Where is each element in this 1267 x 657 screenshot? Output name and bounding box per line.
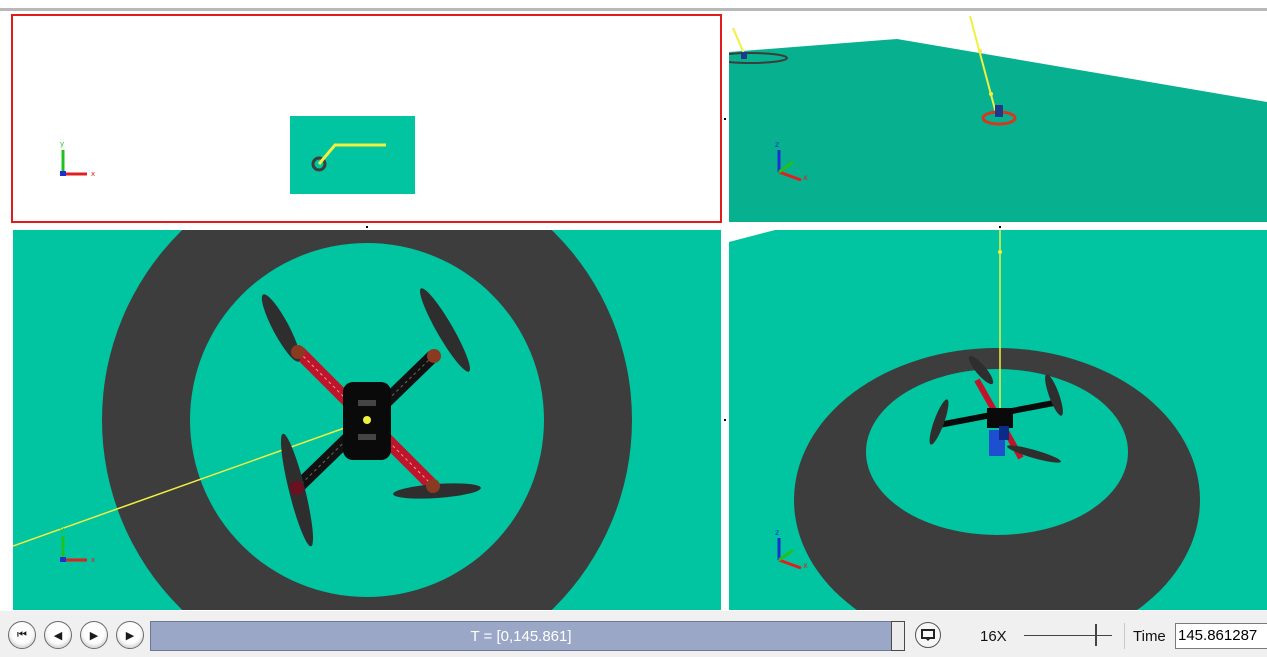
top-border xyxy=(0,8,1267,11)
rewind-icon: ⏮ xyxy=(17,628,27,641)
quad-far xyxy=(741,52,747,59)
viewport-perspective-far[interactable]: x z xyxy=(729,14,1267,222)
speed-slider-knob[interactable] xyxy=(1095,624,1097,646)
speed-slider[interactable] xyxy=(1024,635,1112,636)
axis-label-y: y xyxy=(60,526,64,534)
axis-label-z: z xyxy=(775,140,779,149)
axis-label-x: x xyxy=(91,556,95,564)
step-forward-button[interactable]: ▶ xyxy=(116,621,144,649)
time-slider-thumb[interactable] xyxy=(891,621,905,651)
step-back-icon: ◀ xyxy=(53,628,63,642)
axis-label-x: x xyxy=(91,170,95,178)
axis-label-y: y xyxy=(60,140,64,148)
playback-toolbar: ⏮ ◀ ▶ ▶ T = [0,145.861] 16X Time 145.861… xyxy=(0,611,1267,657)
top-view-scene: x y xyxy=(60,116,415,194)
axis-label-x: x xyxy=(803,173,808,182)
step-forward-icon: ▶ xyxy=(125,628,135,642)
splitter-handle[interactable] xyxy=(724,419,726,421)
time-range-text: T = [0,145.861] xyxy=(470,627,572,645)
time-label: Time xyxy=(1133,628,1166,645)
ground-plane xyxy=(729,39,1267,222)
toolbar-separator xyxy=(1124,623,1125,649)
axis-label-x: x xyxy=(803,561,808,570)
viewport-top-view[interactable]: x y xyxy=(11,14,722,223)
play-icon: ▶ xyxy=(89,628,99,642)
viewport-closeup-top[interactable]: x y xyxy=(13,230,721,610)
loop-button[interactable] xyxy=(915,622,941,648)
rewind-button[interactable]: ⏮ xyxy=(8,621,36,649)
axes-triad: x y xyxy=(60,526,95,564)
time-slider[interactable]: T = [0,145.861] xyxy=(150,621,892,651)
axis-label-z: z xyxy=(775,528,779,537)
splitter-handle[interactable] xyxy=(366,226,368,228)
quadcopter xyxy=(995,105,1003,117)
speed-label: 16X xyxy=(980,628,1007,645)
splitter-handle[interactable] xyxy=(724,118,726,120)
loop-icon xyxy=(921,629,935,641)
closeup-top-scene: x y xyxy=(13,230,632,610)
viewport-perspective-close[interactable]: x z xyxy=(729,230,1267,610)
axes-triad: x y xyxy=(60,140,95,178)
perspective-far-scene: x z xyxy=(729,15,1267,222)
play-button[interactable]: ▶ xyxy=(80,621,108,649)
time-input[interactable]: 145.861287 xyxy=(1175,623,1267,649)
step-back-button[interactable]: ◀ xyxy=(44,621,72,649)
ground-plane xyxy=(290,116,415,194)
perspective-close-scene: x z xyxy=(729,230,1267,610)
splitter-handle[interactable] xyxy=(999,226,1001,228)
